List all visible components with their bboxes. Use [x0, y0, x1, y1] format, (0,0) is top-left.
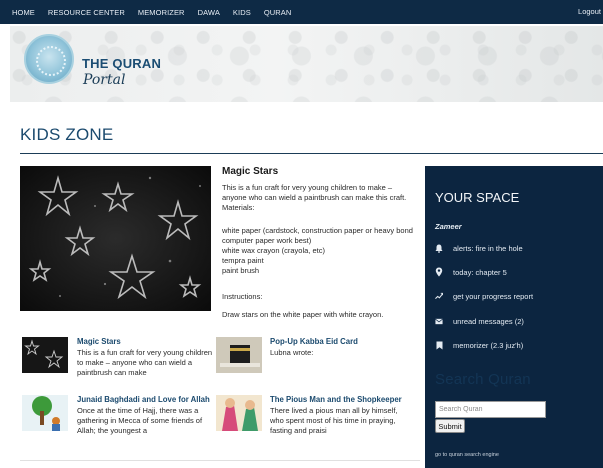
sidebar-item-label: today: chapter 5 [453, 267, 507, 277]
article-excerpt: This is a fun craft for very young child… [77, 348, 213, 377]
search-engine-link[interactable]: go to quran search engine [435, 452, 499, 458]
sidebar-item-messages[interactable]: unread messages (2) [435, 315, 595, 327]
shopkeeper-illustration-art [216, 395, 262, 431]
sidebar-item-label: get your progress report [453, 291, 534, 301]
featured-image[interactable] [20, 166, 211, 311]
content-divider [20, 460, 420, 461]
sidebar-item-alerts[interactable]: alerts: fire in the hole [435, 242, 595, 254]
instructions-label: Instructions: [222, 292, 263, 301]
page-root: HOME RESOURCE CENTER MEMORIZER DAWA KIDS… [0, 0, 603, 468]
featured-title[interactable]: Magic Stars [222, 166, 278, 177]
nav-kids[interactable]: KIDS [233, 8, 251, 17]
search-input[interactable] [435, 401, 546, 418]
material-item: paint brush [222, 266, 260, 275]
article-thumbnail[interactable] [216, 337, 262, 373]
search-quran-heading: Search Quran [435, 371, 531, 388]
location-pin-icon [435, 267, 443, 277]
sidebar-item-label: alerts: fire in the hole [453, 243, 523, 253]
featured-materials: white paper (cardstock, construction pap… [222, 226, 417, 276]
sidebar-item-today[interactable]: today: chapter 5 [435, 266, 595, 278]
bell-icon [435, 243, 443, 253]
logo-subtitle[interactable]: Portal [83, 72, 125, 88]
sidebar-title: YOUR SPACE [435, 190, 520, 205]
article-title[interactable]: The Pious Man and the Shopkeeper [270, 395, 402, 404]
tree-illustration-art [22, 395, 68, 431]
header-banner: THE QURAN Portal [10, 26, 603, 102]
article-title[interactable]: Pop-Up Kabba Eid Card [270, 337, 358, 346]
logout-link[interactable]: Logout [578, 7, 601, 16]
material-item: white paper (cardstock, construction pap… [222, 226, 413, 245]
trend-icon [435, 291, 443, 301]
nav-resource-center[interactable]: RESOURCE CENTER [48, 8, 125, 17]
article-thumbnail[interactable] [216, 395, 262, 431]
material-item: tempra paint [222, 256, 264, 265]
kabba-card-art [216, 337, 262, 373]
sidebar-username[interactable]: Zameer [435, 222, 462, 231]
your-space-sidebar: YOUR SPACE Zameer alerts: fire in the ho… [425, 166, 603, 468]
article-title[interactable]: Junaid Baghdadi and Love for Allah [77, 395, 210, 404]
stars-artwork [20, 166, 211, 311]
logo-title[interactable]: THE QURAN [82, 56, 161, 71]
stars-thumbnail-art [24, 339, 64, 369]
instruction-step: Draw stars on the white paper with white… [222, 310, 384, 319]
article-excerpt: There lived a pious man all by himself, … [270, 406, 398, 435]
top-nav: HOME RESOURCE CENTER MEMORIZER DAWA KIDS… [0, 0, 603, 24]
sidebar-item-memorizer[interactable]: memorizer (2.3 juz'h) [435, 339, 595, 351]
sidebar-item-label: unread messages (2) [453, 316, 524, 326]
sidebar-item-progress-report[interactable]: get your progress report [435, 290, 595, 302]
material-item: white wax crayon (crayola, etc) [222, 246, 325, 255]
bookmark-icon [435, 340, 443, 350]
nav-dawa[interactable]: DAWA [198, 8, 220, 17]
featured-intro: This is a fun craft for very young child… [222, 183, 407, 212]
title-divider [20, 153, 603, 154]
article-title[interactable]: Magic Stars [77, 337, 121, 346]
envelope-icon [435, 316, 443, 326]
nav-quran[interactable]: QURAN [264, 8, 292, 17]
sidebar-item-label: memorizer (2.3 juz'h) [453, 340, 524, 350]
article-thumbnail[interactable] [22, 337, 68, 373]
submit-button[interactable]: Submit [435, 419, 465, 433]
nav-home[interactable]: HOME [12, 8, 35, 17]
nav-memorizer[interactable]: MEMORIZER [138, 8, 185, 17]
article-excerpt: Lubna wrote: [270, 348, 314, 357]
logo-emblem-icon[interactable] [24, 34, 74, 84]
article-excerpt: Once at the time of Hajj, there was a ga… [77, 406, 203, 435]
article-thumbnail[interactable] [22, 395, 68, 431]
page-title: KIDS ZONE [20, 125, 114, 144]
